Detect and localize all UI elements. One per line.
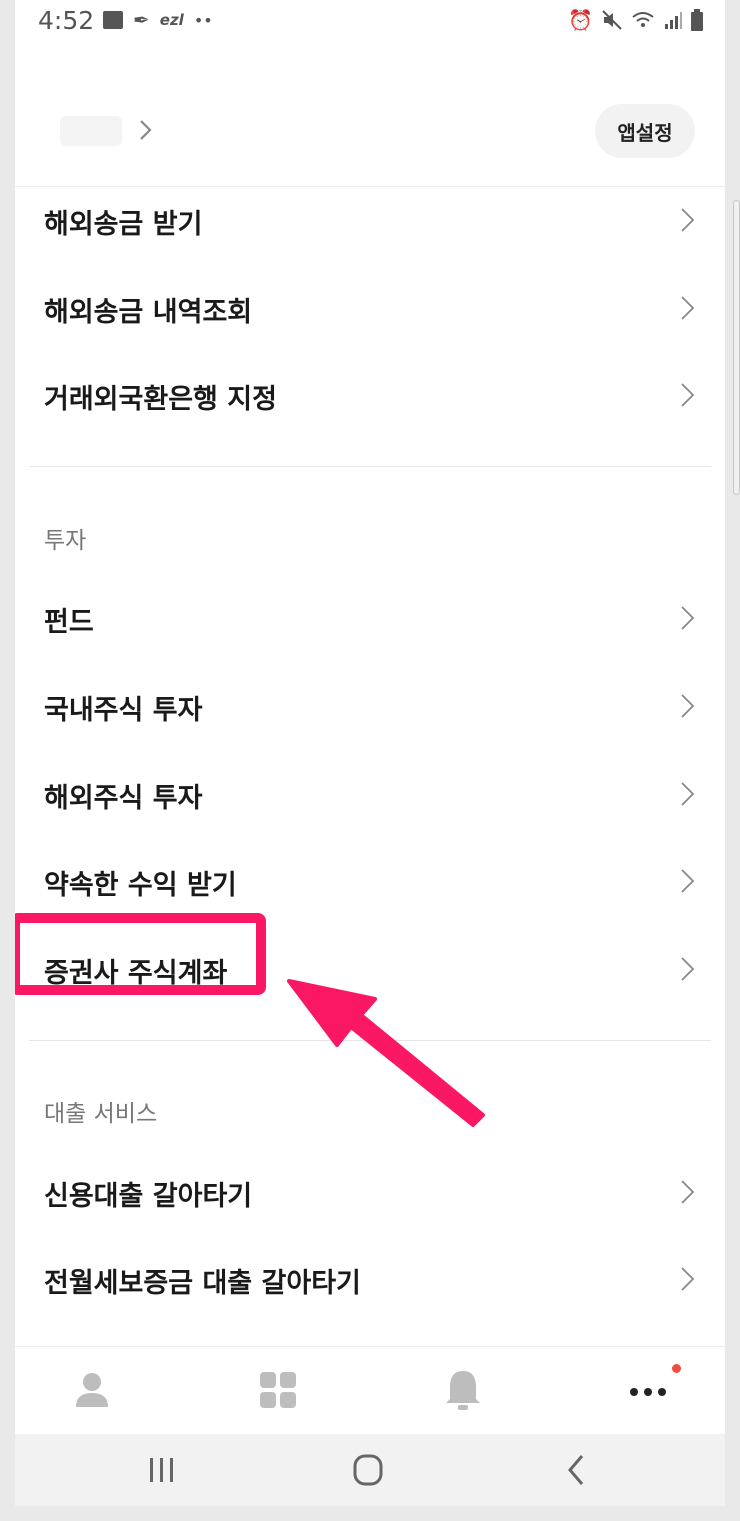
menu-item-label: 해외주식 투자 bbox=[44, 782, 203, 814]
chevron-right-icon bbox=[681, 869, 695, 893]
menu-item-promised-return[interactable]: 약속한 수익 받기 bbox=[15, 838, 725, 926]
grid-icon[interactable] bbox=[253, 1365, 303, 1415]
chevron-right-icon bbox=[681, 606, 695, 630]
menu-item-fx-bank[interactable]: 거래외국환은행 지정 bbox=[15, 352, 725, 440]
app-screen: 4:52 ✒ ezl •• ⏰ 앱설정 해외송금 받기 해외송금 내역조회 거래… bbox=[15, 0, 725, 1506]
menu-item-label: 증권사 주식계좌 bbox=[44, 957, 228, 989]
section-divider bbox=[29, 466, 711, 467]
chevron-right-icon bbox=[681, 1267, 695, 1291]
back-icon[interactable] bbox=[556, 1452, 596, 1488]
menu-item-label: 신용대출 갈아타기 bbox=[44, 1180, 253, 1212]
bell-icon[interactable] bbox=[438, 1365, 488, 1415]
home-icon[interactable] bbox=[348, 1452, 388, 1488]
menu-item-remittance-history[interactable]: 해외송금 내역조회 bbox=[15, 265, 725, 353]
section-title-investment: 투자 bbox=[44, 528, 87, 554]
menu-item-label: 펀드 bbox=[44, 606, 94, 638]
chevron-right-icon bbox=[681, 694, 695, 718]
menu-item-fund[interactable]: 펀드 bbox=[15, 575, 725, 663]
menu-item-label: 해외송금 받기 bbox=[44, 208, 203, 240]
alarm-icon: ⏰ bbox=[568, 8, 593, 32]
section-title-loan: 대출 서비스 bbox=[44, 1101, 158, 1127]
gallery-icon bbox=[103, 11, 123, 29]
mute-icon bbox=[602, 10, 622, 30]
person-icon[interactable] bbox=[67, 1365, 117, 1415]
chevron-right-icon bbox=[681, 1180, 695, 1204]
status-left-icons: ✒ ezl •• bbox=[103, 8, 213, 32]
menu-item-deposit-loan-switch[interactable]: 전월세보증금 대출 갈아타기 bbox=[15, 1236, 725, 1324]
chevron-right-icon bbox=[681, 957, 695, 981]
menu-item-domestic-stock[interactable]: 국내주식 투자 bbox=[15, 663, 725, 751]
menu-item-foreign-stock[interactable]: 해외주식 투자 bbox=[15, 751, 725, 839]
chevron-right-icon bbox=[681, 296, 695, 320]
signal-icon bbox=[665, 12, 682, 29]
recent-apps-icon[interactable] bbox=[142, 1452, 182, 1488]
ezl-icon: ezl bbox=[159, 11, 184, 29]
more-icon[interactable] bbox=[623, 1365, 673, 1415]
chevron-right-icon bbox=[681, 208, 695, 232]
menu-item-label: 전월세보증금 대출 갈아타기 bbox=[44, 1267, 361, 1299]
wifi-icon bbox=[632, 12, 654, 27]
menu-item-label: 국내주식 투자 bbox=[44, 694, 203, 726]
profile-name-blurred[interactable] bbox=[60, 116, 122, 146]
status-right-icons: ⏰ bbox=[568, 8, 703, 32]
app-settings-button[interactable]: 앱설정 bbox=[595, 104, 695, 158]
menu-item-credit-loan-switch[interactable]: 신용대출 갈아타기 bbox=[15, 1149, 725, 1237]
bottom-tab-bar bbox=[15, 1346, 725, 1435]
status-bar: 4:52 ✒ ezl •• ⏰ bbox=[15, 0, 725, 44]
notification-badge bbox=[672, 1364, 681, 1373]
battery-icon bbox=[691, 9, 703, 31]
chevron-right-icon bbox=[681, 782, 695, 806]
more-dots-icon: •• bbox=[193, 10, 213, 30]
status-time: 4:52 bbox=[38, 6, 95, 35]
header: 앱설정 bbox=[15, 44, 725, 187]
menu-item-label: 거래외국환은행 지정 bbox=[44, 383, 277, 415]
annotation-arrow-icon bbox=[287, 979, 485, 1127]
menu-item-label: 약속한 수익 받기 bbox=[44, 869, 237, 901]
menu-item-label: 해외송금 내역조회 bbox=[44, 296, 253, 328]
chevron-right-icon[interactable] bbox=[133, 118, 157, 142]
scrollbar[interactable] bbox=[733, 200, 740, 495]
system-nav-bar bbox=[15, 1434, 725, 1506]
feather-icon: ✒ bbox=[133, 8, 150, 32]
chevron-right-icon bbox=[681, 383, 695, 407]
menu-item-receive-remittance[interactable]: 해외송금 받기 bbox=[15, 177, 725, 265]
